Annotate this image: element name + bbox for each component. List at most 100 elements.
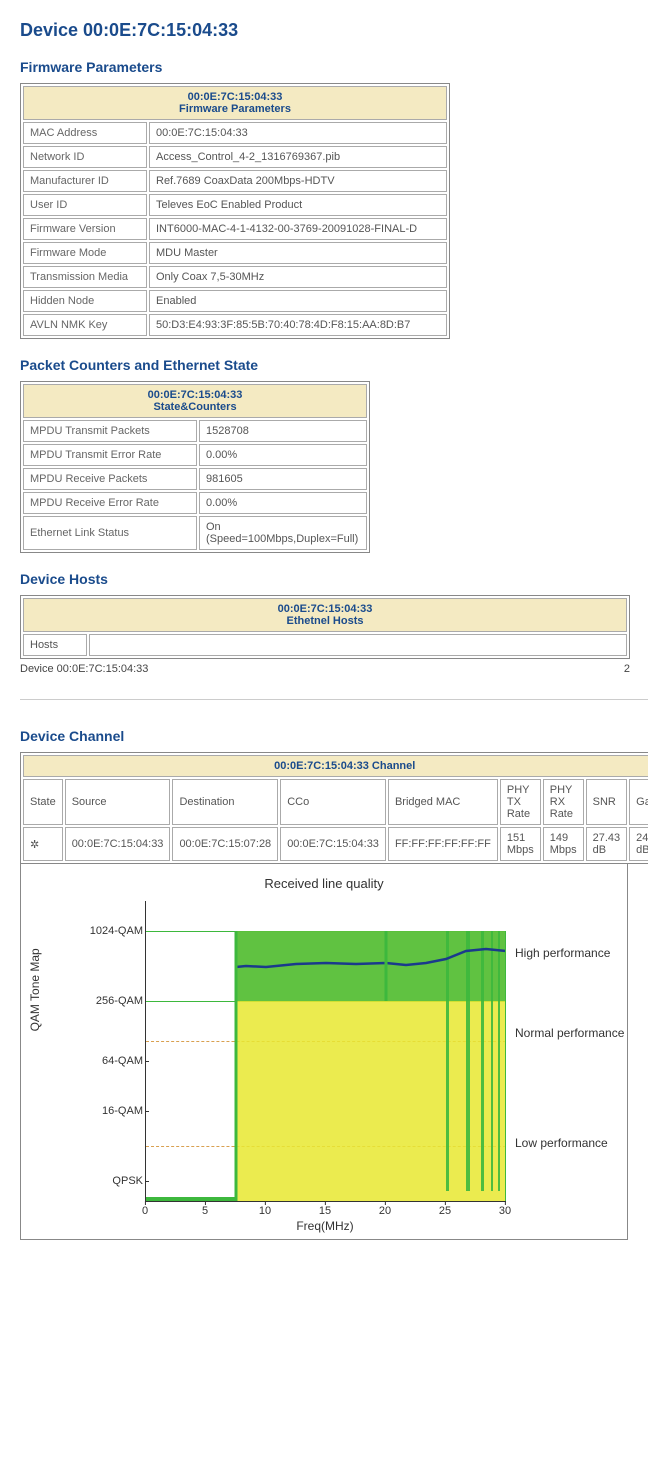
green-stripe [481,931,484,1191]
cell-value: 981605 [199,468,367,490]
table-row: Network IDAccess_Control_4-2_1316769367.… [23,146,447,168]
cell-label: Firmware Mode [23,242,147,264]
cell-value: INT6000-MAC-4-1-4132-00-3769-20091028-FI… [149,218,447,240]
cell-value: Ref.7689 CoaxData 200Mbps-HDTV [149,170,447,192]
xtick-15: 15 [319,1205,331,1217]
firmware-header-sub: Firmware Parameters [30,103,440,115]
cell-source: 00:0E:7C:15:04:33 [65,827,171,861]
channel-heading: Device Channel [20,728,648,744]
table-row: AVLN NMK Key50:D3:E4:93:3F:85:5B:70:40:7… [23,314,447,336]
table-row: Transmission MediaOnly Coax 7,5-30MHz [23,266,447,288]
chart-title: Received line quality [25,876,623,891]
ytick-qpsk: QPSK [65,1175,143,1187]
table-row: Manufacturer IDRef.7689 CoaxData 200Mbps… [23,170,447,192]
cell-value: Enabled [149,290,447,312]
firmware-heading: Firmware Parameters [20,59,648,75]
channel-row: ✲ 00:0E:7C:15:04:33 00:0E:7C:15:07:28 00… [23,827,648,861]
counters-header-mac: 00:0E:7C:15:04:33 [30,389,360,401]
ytick-64qam: 64-QAM [65,1055,143,1067]
footer-device: Device 00:0E:7C:15:04:33 [20,663,148,675]
band-low: Low performance [515,1136,608,1150]
cell-snr: 27.43 dB [586,827,628,861]
cell-label: Hidden Node [23,290,147,312]
xtick-0: 0 [142,1205,148,1217]
firmware-table-header: 00:0E:7C:15:04:33 Firmware Parameters [23,86,447,120]
cell-bridged-mac: FF:FF:FF:FF:FF:FF [388,827,498,861]
hosts-heading: Device Hosts [20,571,648,587]
xtick-5: 5 [202,1205,208,1217]
green-stripe [446,931,449,1191]
cell-phy-rx: 149 Mbps [543,827,584,861]
chart-x-label: Freq(MHz) [145,1219,505,1233]
band-normal: Normal performance [515,1026,624,1040]
col-snr: SNR [586,779,628,825]
cell-label: Transmission Media [23,266,147,288]
chart-y-label: QAM Tone Map [28,948,42,1031]
cell-label: MPDU Transmit Error Rate [23,444,197,466]
firmware-header-mac: 00:0E:7C:15:04:33 [30,91,440,103]
state-ok-icon: ✲ [23,827,63,861]
xtick-10: 10 [259,1205,271,1217]
page-title: Device 00:0E:7C:15:04:33 [20,20,648,41]
line-quality-chart: Received line quality QAM Tone Map 1024-… [20,864,628,1240]
cell-label: User ID [23,194,147,216]
col-source: Source [65,779,171,825]
col-destination: Destination [172,779,278,825]
channel-table: 00:0E:7C:15:04:33 Channel State Source D… [20,752,648,864]
table-row: MPDU Receive Packets981605 [23,468,367,490]
col-phy-tx: PHY TX Rate [500,779,541,825]
cell-value: Access_Control_4-2_1316769367.pib [149,146,447,168]
table-row: MPDU Receive Error Rate0.00% [23,492,367,514]
table-row: User IDTeleves EoC Enabled Product [23,194,447,216]
col-cco: CCo [280,779,386,825]
col-bridged-mac: Bridged MAC [388,779,498,825]
cell-gain: 24 dB [629,827,648,861]
counters-header-sub: State&Counters [30,401,360,413]
cell-label: Ethernet Link Status [23,516,197,550]
ytick-16qam: 16-QAM [65,1105,143,1117]
xtick-30: 30 [499,1205,511,1217]
hosts-row-label: Hosts [23,634,87,656]
hosts-row-value [89,634,627,656]
col-phy-rx: PHY RX Rate [543,779,584,825]
table-row: MPDU Transmit Error Rate0.00% [23,444,367,466]
cell-label: MPDU Receive Packets [23,468,197,490]
footer-page-number: 2 [624,663,630,675]
hosts-header-sub: Ethetnel Hosts [30,615,620,627]
counters-table: 00:0E:7C:15:04:33 State&Counters MPDU Tr… [20,381,370,553]
table-row: Firmware VersionINT6000-MAC-4-1-4132-00-… [23,218,447,240]
band-high: High performance [515,946,610,960]
cell-label: MPDU Receive Error Rate [23,492,197,514]
col-gain: Gain [629,779,648,825]
table-row: Hidden NodeEnabled [23,290,447,312]
cell-label: MPDU Transmit Packets [23,420,197,442]
counters-heading: Packet Counters and Ethernet State [20,357,648,373]
cell-label: Firmware Version [23,218,147,240]
channel-table-header: 00:0E:7C:15:04:33 Channel [23,755,648,777]
plot-area [145,901,506,1202]
cell-value: 0.00% [199,492,367,514]
cell-phy-tx: 151 Mbps [500,827,541,861]
table-row: MAC Address00:0E:7C:15:04:33 [23,122,447,144]
page-footer: Device 00:0E:7C:15:04:33 2 [20,659,630,679]
green-stripe [498,931,500,1191]
green-stripe [466,931,470,1191]
cell-value: 00:0E:7C:15:04:33 [149,122,447,144]
cell-value: Only Coax 7,5-30MHz [149,266,447,288]
cell-value: 0.00% [199,444,367,466]
divider [20,699,648,700]
xtick-25: 25 [439,1205,451,1217]
table-row: Firmware ModeMDU Master [23,242,447,264]
hosts-table: 00:0E:7C:15:04:33 Ethetnel Hosts Hosts [20,595,630,659]
cell-value: MDU Master [149,242,447,264]
counters-table-header: 00:0E:7C:15:04:33 State&Counters [23,384,367,418]
cell-value: 50:D3:E4:93:3F:85:5B:70:40:78:4D:F8:15:A… [149,314,447,336]
cell-label: AVLN NMK Key [23,314,147,336]
col-state: State [23,779,63,825]
ytick-256qam: 256-QAM [65,995,143,1007]
cell-destination: 00:0E:7C:15:07:28 [172,827,278,861]
cell-value: On (Speed=100Mbps,Duplex=Full) [199,516,367,550]
firmware-table: 00:0E:7C:15:04:33 Firmware Parameters MA… [20,83,450,339]
table-row: Ethernet Link StatusOn (Speed=100Mbps,Du… [23,516,367,550]
cell-label: Network ID [23,146,147,168]
